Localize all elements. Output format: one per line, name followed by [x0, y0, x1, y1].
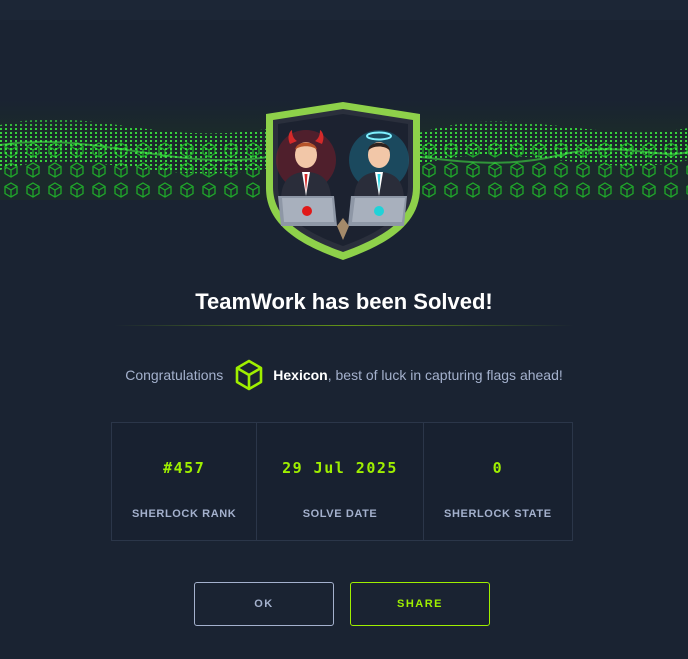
congrats-suffix: , best of luck in capturing flags ahead! [327, 367, 563, 383]
teamwork-badge-icon [266, 102, 420, 260]
username-link[interactable]: Hexicon [273, 367, 327, 383]
share-button[interactable]: SHARE [350, 582, 490, 626]
stats-panel: #457 SHERLOCK RANK 29 Jul 2025 SOLVE DAT… [111, 422, 573, 541]
stat-value: 0 [492, 459, 504, 477]
stat-solve-date: 29 Jul 2025 SOLVE DATE [257, 423, 424, 540]
ok-button[interactable]: OK [194, 582, 334, 626]
modal-top-strip [0, 0, 688, 20]
stat-sherlock-rank: #457 SHERLOCK RANK [112, 423, 258, 540]
stat-value: 29 Jul 2025 [282, 459, 398, 477]
title-divider [114, 325, 574, 326]
stat-label: SHERLOCK RANK [132, 508, 237, 520]
stat-label: SOLVE DATE [302, 508, 378, 520]
stat-sherlock-state: 0 SHERLOCK STATE [424, 423, 572, 540]
stat-label: SHERLOCK STATE [444, 508, 552, 520]
cube-icon [233, 358, 265, 392]
congrats-message: Congratulations Hexicon , best of luck i… [0, 357, 688, 393]
congrats-prefix: Congratulations [125, 367, 224, 383]
solve-modal: TeamWork has been Solved! Congratulation… [0, 0, 688, 659]
modal-title: TeamWork has been Solved! [195, 289, 493, 314]
stat-value: #457 [163, 459, 206, 477]
